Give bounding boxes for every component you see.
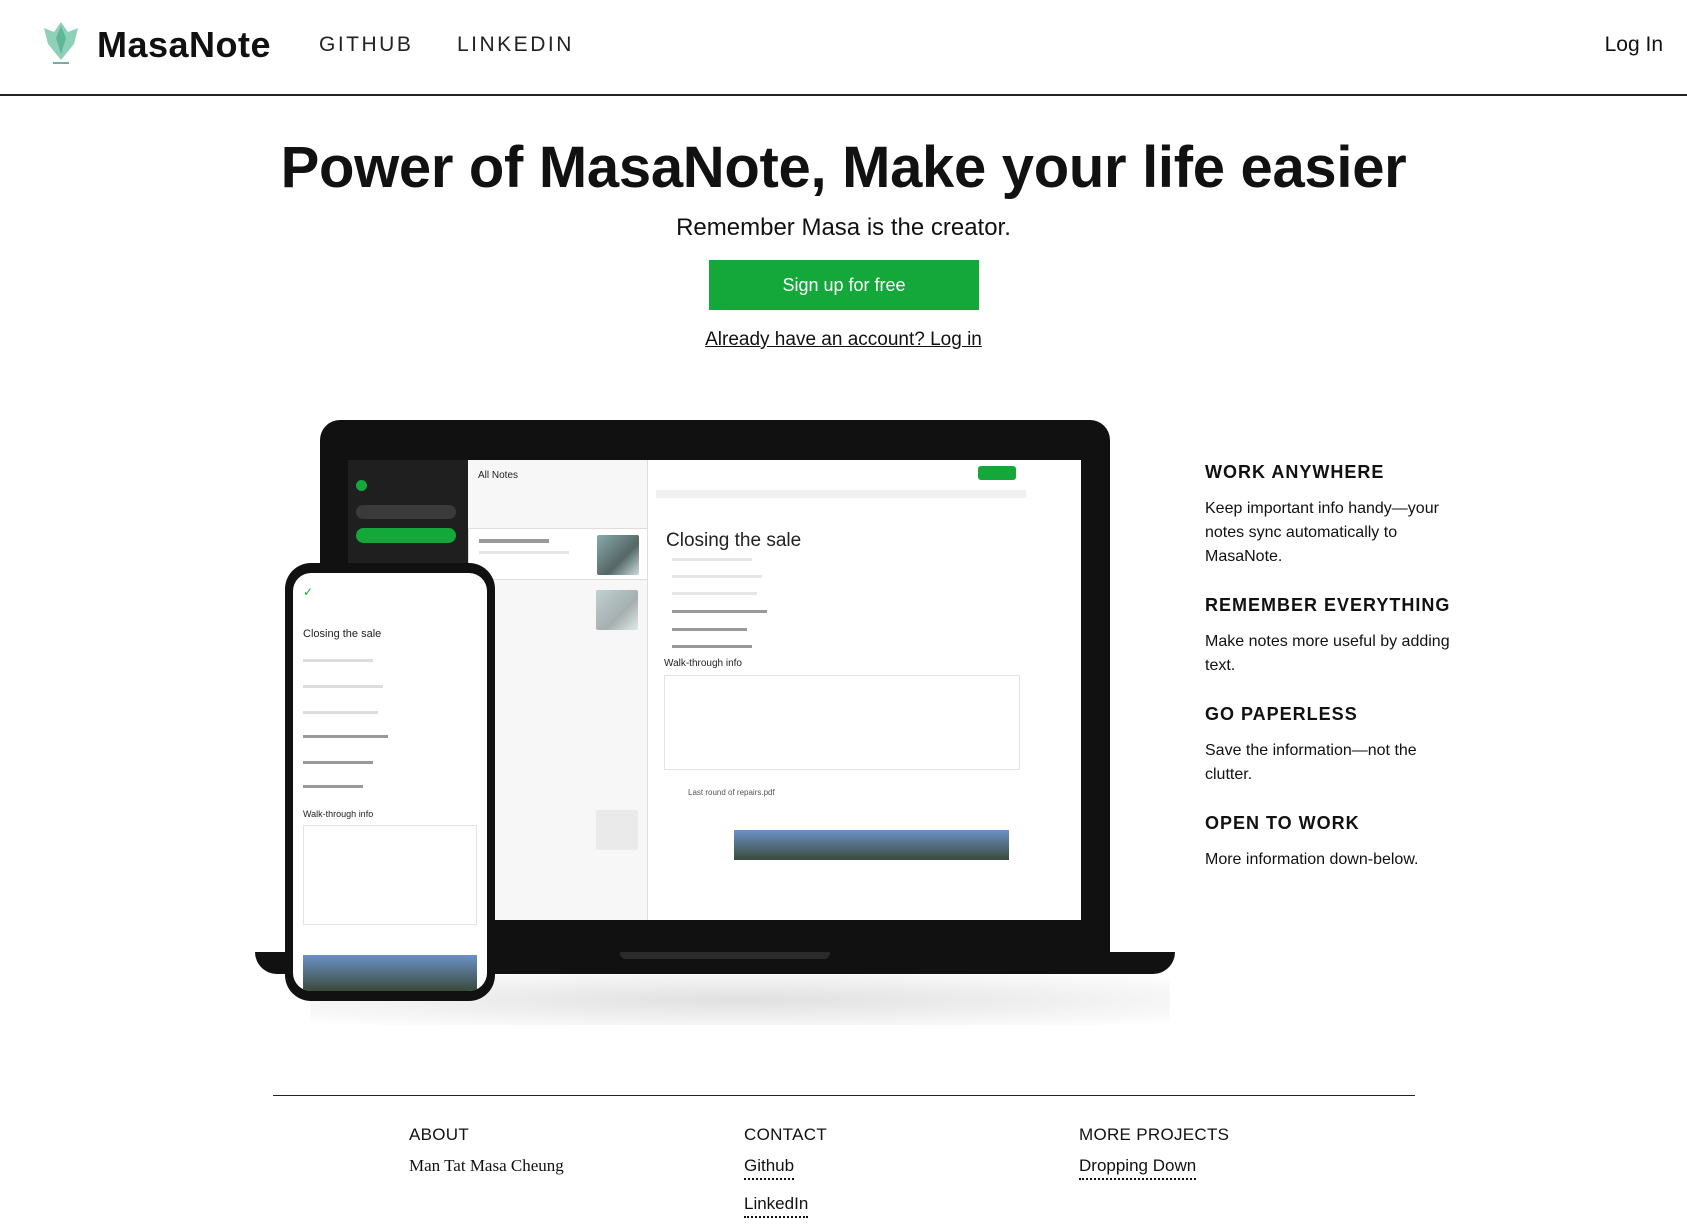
share-button (978, 466, 1016, 480)
nav-github[interactable]: GITHUB (319, 33, 413, 57)
feature-text: More information down-below. (1205, 851, 1419, 868)
note-thumbnail (596, 810, 638, 850)
footer-about-heading: ABOUT (409, 1125, 470, 1144)
feature-text: Make notes more useful by adding text. (1205, 633, 1450, 674)
note-card-active (468, 528, 648, 580)
note-thumbnail (596, 590, 638, 630)
checklist-line (672, 575, 762, 578)
phone-walkthrough-heading: Walk-through info (303, 809, 374, 819)
footer-projects: MORE PROJECTS Dropping Down (1079, 1125, 1229, 1194)
checklist-line (672, 628, 747, 631)
checklist-line (303, 761, 373, 764)
notes-list: All Notes (468, 460, 648, 920)
hero-subtitle: Remember Masa is the creator. (676, 214, 1011, 241)
avatar (356, 480, 367, 491)
footer-dropping-down-link[interactable]: Dropping Down (1079, 1156, 1197, 1180)
sidebar-new-button (356, 528, 456, 543)
login-link[interactable]: Log In (1605, 33, 1663, 57)
feature-title: OPEN TO WORK (1205, 813, 1360, 833)
feature-item: WORK ANYWHERE Keep important info handy—… (1205, 462, 1465, 569)
footer-about-text: Man Tat Masa Cheung (409, 1156, 564, 1175)
note-card-line (479, 539, 549, 543)
feature-item: OPEN TO WORK More information down-below… (1205, 813, 1465, 872)
attachment-name: Last round of repairs.pdf (688, 788, 775, 797)
feature-title: REMEMBER EVERYTHING (1205, 595, 1451, 615)
checklist-line (672, 592, 757, 595)
phone-walkthrough-table (303, 825, 477, 925)
checklist-line (303, 659, 373, 662)
checklist-line (303, 711, 378, 714)
feature-text: Keep important info handy—your notes syn… (1205, 500, 1439, 565)
footer-divider (273, 1095, 1415, 1096)
feature-title: GO PAPERLESS (1205, 704, 1358, 724)
feature-title: WORK ANYWHERE (1205, 462, 1385, 482)
footer-contact: CONTACT Github LinkedIn (744, 1125, 827, 1232)
sidebar-search (356, 505, 456, 519)
footer-projects-heading: MORE PROJECTS (1079, 1125, 1230, 1144)
notes-list-header: All Notes (478, 470, 519, 481)
feature-item: REMEMBER EVERYTHING Make notes more usef… (1205, 595, 1465, 678)
check-icon: ✓ (303, 585, 314, 599)
logo-icon[interactable] (38, 18, 84, 68)
signup-button[interactable]: Sign up for free (709, 260, 979, 310)
walkthrough-table (664, 675, 1020, 770)
phone-note-title: Closing the sale (303, 628, 382, 640)
editor-toolbar (656, 490, 1026, 498)
login-prompt: Already have an account? Log in (0, 329, 1687, 351)
footer-linkedin-link[interactable]: LinkedIn (744, 1194, 809, 1218)
phone-screen: ✓ Closing the sale Walk-through info (293, 573, 487, 991)
walkthrough-heading: Walk-through info (664, 658, 742, 669)
phone: ✓ Closing the sale Walk-through info (285, 563, 495, 1001)
device-illustration: All Notes Closing the sale Walk-through … (250, 415, 1200, 1045)
phone-attachment-photo (303, 955, 477, 991)
site-header: MasaNote GITHUB LINKEDIN Log In (0, 0, 1687, 96)
laptop-notch (620, 952, 830, 959)
checklist-line (672, 558, 752, 561)
brand-name[interactable]: MasaNote (97, 24, 271, 66)
features-list: WORK ANYWHERE Keep important info handy—… (1205, 462, 1465, 898)
checklist-line (303, 785, 363, 788)
footer-github-link[interactable]: Github (744, 1156, 795, 1180)
footer-about: ABOUT Man Tat Masa Cheung (409, 1125, 564, 1176)
note-editor: Closing the sale Walk-through info Last … (648, 460, 1081, 920)
footer-contact-heading: CONTACT (744, 1125, 827, 1144)
already-account-link[interactable]: Already have an account? Log in (705, 329, 982, 350)
editor-note-title: Closing the sale (666, 530, 802, 551)
checklist-line (672, 610, 767, 613)
checklist-line (672, 645, 752, 648)
note-thumbnail (597, 535, 639, 575)
feature-text: Save the information—not the clutter. (1205, 742, 1417, 783)
nav-linkedin[interactable]: LINKEDIN (457, 33, 574, 57)
checklist-line (303, 735, 388, 738)
hero-title: Power of MasaNote, Make your life easier (280, 135, 1407, 200)
checklist-line (303, 685, 383, 688)
note-card-line (479, 551, 569, 554)
feature-item: GO PAPERLESS Save the information—not th… (1205, 704, 1465, 787)
attachment-photo (734, 830, 1009, 860)
